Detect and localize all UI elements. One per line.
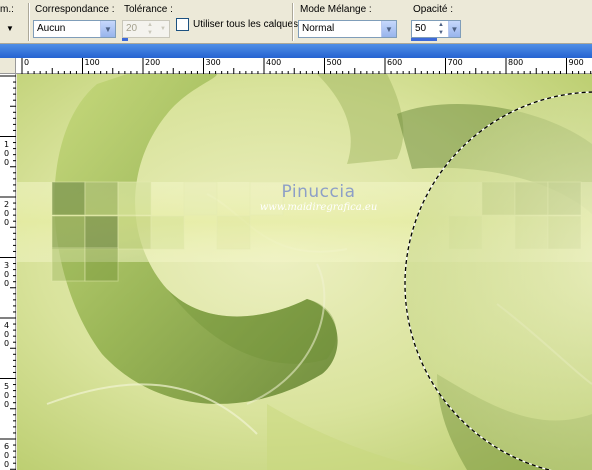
mosaic-tile bbox=[84, 215, 119, 250]
all-layers-checkbox[interactable] bbox=[176, 18, 189, 31]
ruler-label: 3 0 0 bbox=[4, 260, 10, 288]
watermark-url: www.maidiregrafica.eu bbox=[259, 202, 378, 213]
opacity-value: 50 bbox=[415, 23, 427, 34]
dropdown-arrow-icon[interactable]: ▼ bbox=[157, 25, 169, 33]
tolerance-label: Tolérance : bbox=[124, 4, 173, 15]
tolerance-slider[interactable] bbox=[122, 38, 128, 41]
mosaic-tile bbox=[216, 215, 251, 250]
partial-label: m.: bbox=[0, 4, 14, 15]
separator bbox=[292, 3, 294, 41]
all-layers-label: Utiliser tous les calques bbox=[193, 19, 299, 30]
ruler-ticks bbox=[21, 58, 592, 74]
ruler-label: 5 0 0 bbox=[4, 381, 10, 409]
ruler-label: 700 bbox=[447, 58, 463, 67]
mosaic-tile bbox=[150, 215, 185, 250]
ruler-label: 6 0 0 bbox=[4, 442, 10, 469]
image-canvas[interactable]: Pinuccia www.maidiregrafica.eu bbox=[17, 74, 592, 470]
mosaic-tile bbox=[51, 247, 86, 282]
correspondance-label: Correspondance : bbox=[35, 4, 115, 15]
watermark-title: Pinuccia bbox=[281, 182, 356, 202]
correspondance-value: Aucun bbox=[37, 23, 66, 34]
mosaic-tile bbox=[51, 215, 86, 250]
mosaic-tile bbox=[84, 247, 119, 282]
artwork bbox=[17, 74, 592, 470]
mosaic-tile bbox=[117, 215, 152, 250]
ruler-label: 500 bbox=[326, 58, 342, 67]
ruler-label: 1 0 0 bbox=[4, 139, 10, 167]
correspondance-select[interactable]: Aucun ▼ bbox=[33, 20, 116, 38]
stepper-down-icon[interactable]: ▼ bbox=[435, 29, 447, 37]
tolerance-value: 20 bbox=[126, 23, 138, 34]
ruler-label: 300 bbox=[205, 58, 221, 67]
stepper-up-icon[interactable]: ▲ bbox=[144, 21, 156, 29]
tolerance-input[interactable]: 20 ▲ ▼ ▼ bbox=[122, 20, 170, 38]
chevron-down-icon[interactable]: ▼ bbox=[381, 21, 396, 37]
ruler-label: 900 bbox=[568, 58, 584, 67]
watermark: Pinuccia www.maidiregrafica.eu bbox=[17, 182, 592, 213]
blend-mode-label: Mode Mélange : bbox=[300, 4, 372, 15]
tool-options-bar: m.: ▼ Correspondance : Aucun ▼ Tolérance… bbox=[0, 0, 592, 44]
stepper-down-icon[interactable]: ▼ bbox=[144, 29, 156, 37]
opacity-input[interactable]: 50 ▲ ▼ ▼ bbox=[411, 20, 461, 38]
ruler-label: 400 bbox=[266, 58, 282, 67]
ruler-label: 200 bbox=[145, 58, 161, 67]
ruler-vertical: 1 0 0 2 0 0 3 0 0 4 0 0 5 0 0 6 0 0 bbox=[0, 74, 16, 470]
blend-mode-value: Normal bbox=[302, 23, 335, 34]
blend-mode-select[interactable]: Normal ▼ bbox=[298, 20, 397, 38]
separator bbox=[28, 3, 30, 41]
ruler-label: 600 bbox=[387, 58, 403, 67]
stepper-up-icon[interactable]: ▲ bbox=[435, 21, 447, 29]
ruler-label: 2 0 0 bbox=[4, 200, 10, 227]
ruler-label: 100 bbox=[84, 58, 100, 67]
document-title-bar[interactable] bbox=[0, 44, 592, 58]
ruler-corner bbox=[0, 58, 16, 74]
ruler-label: 0 bbox=[24, 58, 30, 67]
ruler-label: 800 bbox=[508, 58, 524, 67]
opacity-slider[interactable] bbox=[411, 38, 437, 41]
dropdown-arrow-icon[interactable]: ▼ bbox=[6, 24, 14, 33]
opacity-label: Opacité : bbox=[413, 4, 454, 15]
chevron-down-icon[interactable]: ▼ bbox=[448, 21, 460, 37]
chevron-down-icon[interactable]: ▼ bbox=[100, 21, 115, 37]
ruler-label: 4 0 0 bbox=[4, 321, 10, 348]
ruler-horizontal: 0 100 200 300 400 500 600 700 800 900 bbox=[16, 58, 592, 74]
